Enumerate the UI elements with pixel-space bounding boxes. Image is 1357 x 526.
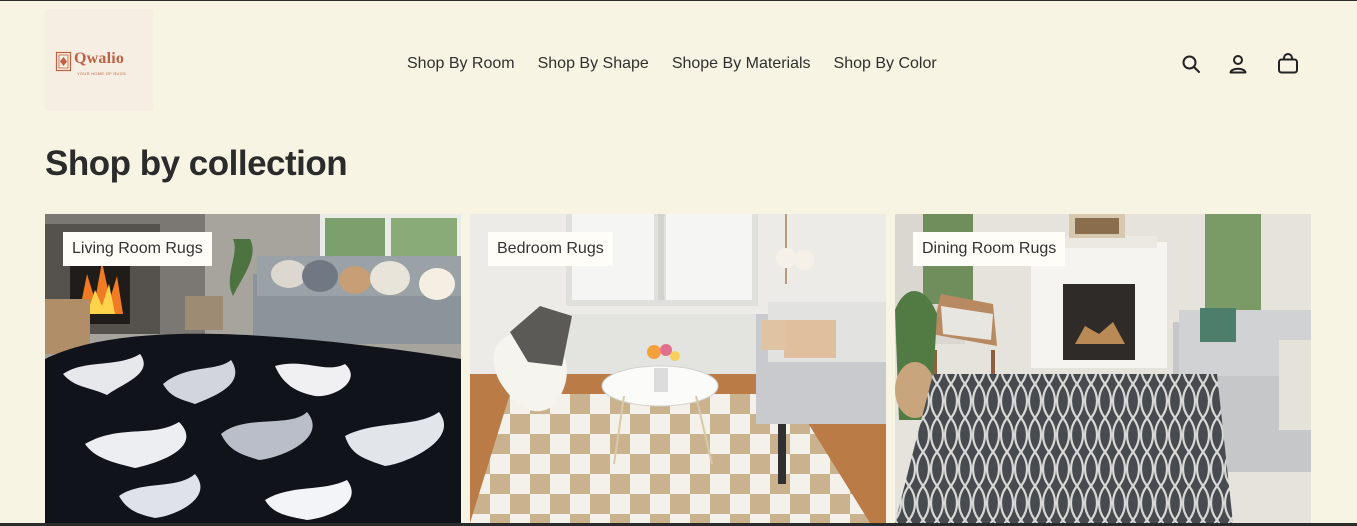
page-title: Shop by collection xyxy=(45,144,348,183)
collection-card-dining-room[interactable]: Dining Room Rugs xyxy=(895,214,1311,523)
collection-card-bedroom[interactable]: Bedroom Rugs xyxy=(470,214,886,523)
nav-item-shop-by-color[interactable]: Shop By Color xyxy=(834,53,937,75)
main-navigation: Shop By Room Shop By Shape Shope By Mate… xyxy=(407,53,937,75)
logo-tagline: Your Home of Rugs xyxy=(77,71,127,76)
logo-mark-icon xyxy=(55,51,72,72)
collection-label-bedroom: Bedroom Rugs xyxy=(488,232,613,266)
nav-item-shop-by-materials[interactable]: Shope By Materials xyxy=(672,53,811,75)
nav-item-shop-by-shape[interactable]: Shop By Shape xyxy=(538,53,649,75)
cart-icon[interactable] xyxy=(1276,52,1300,76)
logo-wordmark: Qwalio xyxy=(74,50,125,67)
search-icon[interactable] xyxy=(1179,52,1203,76)
header-actions xyxy=(1178,52,1298,78)
account-icon[interactable] xyxy=(1226,52,1250,76)
collection-label-dining-room: Dining Room Rugs xyxy=(913,232,1066,266)
collection-card-living-room[interactable]: Living Room Rugs xyxy=(45,214,461,523)
site-header: Qwalio Your Home of Rugs Shop By Room Sh… xyxy=(0,1,1357,111)
nav-item-shop-by-room[interactable]: Shop By Room xyxy=(407,53,515,75)
collection-label-living-room: Living Room Rugs xyxy=(63,232,212,266)
